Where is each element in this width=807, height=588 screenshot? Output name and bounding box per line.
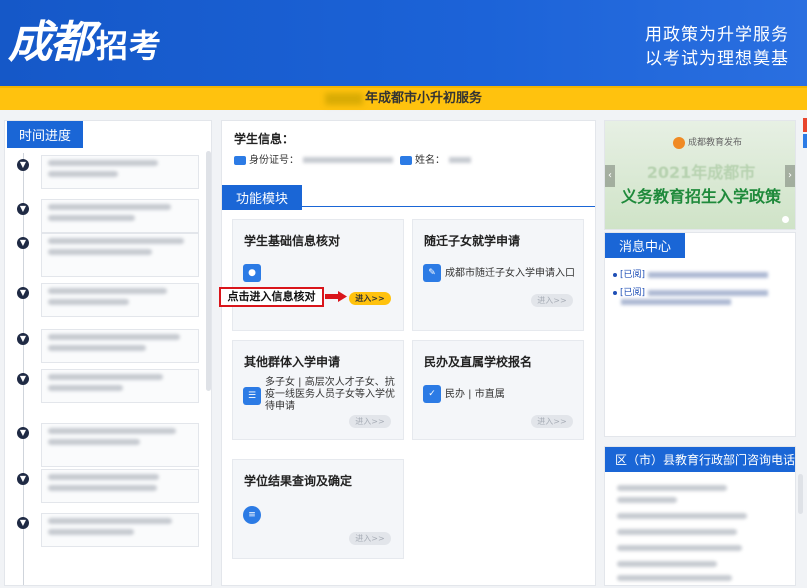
site-logo[interactable]: 成都 招考 xyxy=(8,6,162,70)
timeline-item[interactable]: ▼ xyxy=(17,329,205,365)
result-icon: ≡ xyxy=(243,506,261,524)
carousel-prev-icon[interactable]: ‹ xyxy=(605,165,615,187)
timeline-item[interactable]: ▼ xyxy=(17,199,205,235)
timeline-item[interactable]: ▼ xyxy=(17,513,205,549)
carousel-brand: 成都教育发布 xyxy=(673,135,742,149)
arrow-down-icon: ▼ xyxy=(17,237,29,249)
card-result-query[interactable]: 学位结果查询及确定 ≡ 进入>> xyxy=(232,459,404,559)
enter-migrant-button[interactable]: 进入>> xyxy=(531,294,573,307)
timeline-item-box xyxy=(41,329,199,363)
document-icon: ✎ xyxy=(423,264,441,282)
redacted-id xyxy=(303,157,393,163)
consult-phones-panel: 区（市）县教育行政部门咨询电话 xyxy=(604,446,796,586)
timeline-item-box xyxy=(41,469,199,503)
card-title: 学位结果查询及确定 xyxy=(244,474,353,488)
arrow-down-icon: ▼ xyxy=(17,373,29,385)
phone-row xyxy=(617,575,732,581)
carousel-indicator[interactable] xyxy=(782,216,789,223)
service-banner: 年成都市小升初服务 xyxy=(0,86,807,110)
arrow-down-icon: ▼ xyxy=(17,159,29,171)
card-desc: 成都市随迁子女入学申请入口 xyxy=(445,268,575,279)
people-icon: ☰ xyxy=(243,387,261,405)
id-card-icon xyxy=(234,155,246,165)
side-tab-red[interactable] xyxy=(803,118,807,132)
phones-scrollbar[interactable] xyxy=(798,474,803,514)
carousel-headline: 义务教育招生入学政策 xyxy=(620,187,781,206)
phone-row xyxy=(617,497,677,503)
student-info-title: 学生信息： xyxy=(234,132,295,146)
name-card-icon xyxy=(400,155,412,165)
card-other-groups[interactable]: 其他群体入学申请 ☰ 多子女 | 高层次人才子女、抗疫一线医务人员子女等入学优待… xyxy=(232,340,404,440)
slogan-line-2: 以考试为理想奠基 xyxy=(645,49,789,69)
logo-main-text: 成都 xyxy=(8,17,94,68)
main-panel: 学生信息： 身份证号： 姓名： 功能模块 学生基础信息核对 ● 进入>> 随迁子… xyxy=(221,120,596,586)
id-label: 身份证号： xyxy=(249,155,299,166)
timeline-item-box xyxy=(41,513,199,547)
timeline-item[interactable]: ▼ xyxy=(17,233,205,277)
school-icon: ✓ xyxy=(423,385,441,403)
enter-private-schools-button[interactable]: 进入>> xyxy=(531,415,573,428)
red-arrow-icon xyxy=(325,291,347,302)
timeline-item-box xyxy=(41,283,199,317)
card-title: 民办及直属学校报名 xyxy=(424,355,533,369)
card-basic-info[interactable]: 学生基础信息核对 ● 进入>> xyxy=(232,219,404,331)
arrow-down-icon: ▼ xyxy=(17,427,29,439)
card-desc: 民办 | 市直属 xyxy=(445,389,505,400)
name-label: 姓名： xyxy=(415,155,445,166)
message-center: 消息中心 [已阅] [已阅] xyxy=(604,232,796,437)
phone-row xyxy=(617,561,717,567)
carousel-next-icon[interactable]: › xyxy=(785,165,795,187)
brand-logo-icon xyxy=(673,136,685,149)
card-title: 随迁子女就学申请 xyxy=(424,234,521,248)
phone-row xyxy=(617,485,727,491)
banner-title: 年成都市小升初服务 xyxy=(364,91,482,106)
redacted-year xyxy=(324,92,363,105)
timeline-item[interactable]: ▼ xyxy=(17,469,205,505)
user-icon: ● xyxy=(243,264,261,282)
timeline-tab[interactable]: 时间进度 xyxy=(7,121,84,148)
verify-info-callout: 点击进入信息核对 xyxy=(219,287,324,307)
timeline-item[interactable]: ▼ xyxy=(17,155,205,191)
timeline-item[interactable]: ▼ xyxy=(17,283,205,319)
arrow-down-icon: ▼ xyxy=(17,287,29,299)
card-title: 其他群体入学申请 xyxy=(244,355,341,369)
arrow-down-icon: ▼ xyxy=(17,473,29,485)
timeline-item-box xyxy=(41,423,199,467)
message-center-tab[interactable]: 消息中心 xyxy=(605,233,686,258)
timeline-panel: 时间进度 ▼ ▼ ▼ ▼ ▼ ▼ ▼ ▼ ▼ xyxy=(4,120,212,586)
enter-basic-info-button[interactable]: 进入>> xyxy=(349,292,391,305)
redacted-name xyxy=(449,157,471,163)
card-title: 学生基础信息核对 xyxy=(244,234,341,248)
arrow-down-icon: ▼ xyxy=(17,517,29,529)
student-id-row: 身份证号： xyxy=(234,151,393,166)
enter-other-groups-button[interactable]: 进入>> xyxy=(349,415,391,428)
timeline-item-box xyxy=(41,155,199,189)
modules-divider xyxy=(222,206,595,207)
news-item-2[interactable]: [已阅] xyxy=(613,285,768,308)
phone-row xyxy=(617,513,747,519)
timeline-item-box xyxy=(41,233,199,277)
card-desc: 多子女 | 高层次人才子女、抗疫一线医务人员子女等入学优待申请 xyxy=(265,377,395,412)
timeline-item-box xyxy=(41,369,199,403)
logo-sub-text: 招考 xyxy=(96,27,163,65)
card-private-schools[interactable]: 民办及直属学校报名 ✓ 民办 | 市直属 进入>> xyxy=(412,340,584,440)
timeline-item[interactable]: ▼ xyxy=(17,423,205,467)
site-header: 成都 招考 用政策为升学服务 以考试为理想奠基 xyxy=(0,0,807,86)
policy-carousel[interactable]: 成都教育发布 2021年成都市 义务教育招生入学政策 ‹ › xyxy=(604,120,796,230)
phone-row xyxy=(617,529,737,535)
timeline-item-box xyxy=(41,199,199,233)
slogan-line-1: 用政策为升学服务 xyxy=(645,25,789,45)
carousel-year-line: 2021年成都市 xyxy=(646,163,756,182)
timeline-item[interactable]: ▼ xyxy=(17,369,205,405)
card-migrant-children[interactable]: 随迁子女就学申请 ✎ 成都市随迁子女入学申请入口 进入>> xyxy=(412,219,584,331)
enter-result-query-button[interactable]: 进入>> xyxy=(349,532,391,545)
consult-phones-tab[interactable]: 区（市）县教育行政部门咨询电话 xyxy=(605,447,795,472)
student-name-row: 姓名： xyxy=(400,151,471,166)
arrow-down-icon: ▼ xyxy=(17,333,29,345)
side-tab-blue[interactable] xyxy=(803,134,807,148)
news-item-1[interactable]: [已阅] xyxy=(613,267,768,280)
timeline-scrollbar[interactable] xyxy=(206,151,211,391)
phone-row xyxy=(617,545,742,551)
arrow-down-icon: ▼ xyxy=(17,203,29,215)
